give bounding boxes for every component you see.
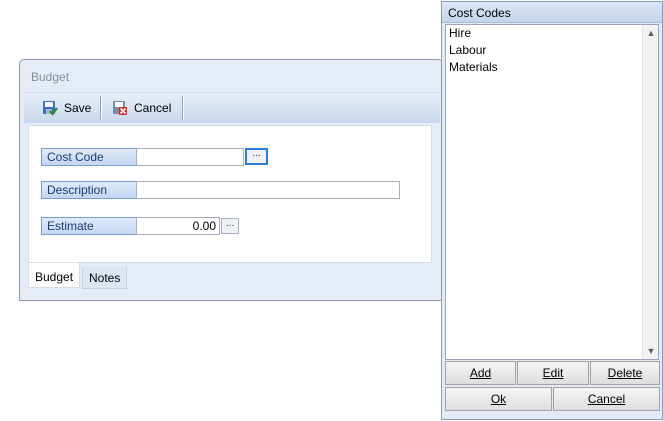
cost-codes-list[interactable]: Hire Labour Materials ▲ ▼ bbox=[445, 24, 659, 360]
tab-notes[interactable]: Notes bbox=[82, 267, 128, 289]
save-icon bbox=[42, 100, 58, 116]
description-field[interactable] bbox=[136, 181, 400, 199]
edit-button[interactable]: Edit bbox=[517, 361, 589, 385]
vertical-scrollbar[interactable]: ▲ ▼ bbox=[642, 25, 658, 359]
scroll-down-icon[interactable]: ▼ bbox=[643, 343, 659, 359]
budget-panel: Cost Code ... Description Estimate 0.00 … bbox=[28, 125, 432, 263]
description-label: Description bbox=[41, 181, 137, 199]
cost-code-lookup-button[interactable]: ... bbox=[245, 148, 268, 165]
toolbar-separator bbox=[100, 96, 101, 120]
toolbar-separator bbox=[182, 96, 183, 120]
estimate-calc-button[interactable]: ... bbox=[221, 218, 239, 234]
cancel-label: Cancel bbox=[134, 101, 172, 115]
cancel-icon bbox=[112, 100, 128, 116]
save-label: Save bbox=[64, 101, 92, 115]
tab-budget[interactable]: Budget bbox=[28, 263, 81, 288]
cost-code-field[interactable] bbox=[136, 148, 244, 166]
estimate-label: Estimate bbox=[41, 217, 137, 235]
list-item-labour[interactable]: Labour bbox=[446, 42, 658, 59]
list-item-hire[interactable]: Hire bbox=[446, 25, 658, 42]
ok-button[interactable]: Ok bbox=[445, 387, 552, 411]
save-button[interactable]: Save bbox=[36, 93, 97, 123]
cost-code-label: Cost Code bbox=[41, 148, 137, 166]
cancel-button[interactable]: Cancel bbox=[553, 387, 660, 411]
window-title: Budget bbox=[31, 70, 70, 84]
window-title: Cost Codes bbox=[442, 2, 662, 23]
scroll-up-icon[interactable]: ▲ bbox=[643, 25, 659, 41]
list-item-materials[interactable]: Materials bbox=[446, 59, 658, 76]
delete-button[interactable]: Delete bbox=[590, 361, 660, 385]
toolbar: Save Cancel bbox=[24, 92, 440, 123]
cost-codes-window: Cost Codes Hire Labour Materials ▲ ▼ Add… bbox=[441, 1, 663, 420]
add-button[interactable]: Add bbox=[445, 361, 516, 385]
cancel-button[interactable]: Cancel bbox=[106, 93, 177, 123]
estimate-field[interactable]: 0.00 bbox=[136, 217, 220, 235]
budget-window: Budget Save Cancel Cost Code ... Descrip… bbox=[19, 59, 443, 301]
